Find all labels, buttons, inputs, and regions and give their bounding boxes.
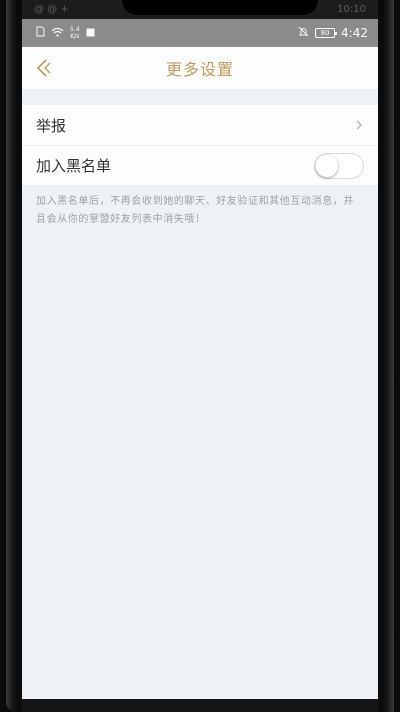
nav-bar: 更多设置 — [22, 47, 378, 89]
chevron-right-icon — [354, 118, 364, 132]
ghost-status-time: 10:10 — [337, 4, 366, 15]
screen: 5.4 K/s 80 4:42 更多设置 举报 加入黑名单 加入黑名单后，不再会… — [22, 19, 378, 699]
network-speed-unit: K/s — [70, 33, 80, 40]
blacklist-hint: 加入黑名单后，不再会收到她的聊天、好友验证和其他互动消息，并且会从你的掌盟好友列… — [36, 196, 354, 225]
settings-list: 举报 加入黑名单 — [22, 105, 378, 185]
phone-bottom-bezel — [22, 699, 378, 712]
network-speed: 5.4 K/s — [70, 26, 80, 40]
blacklist-label: 加入黑名单 — [36, 157, 112, 175]
page-title: 更多设置 — [165, 60, 234, 79]
sim-icon — [36, 26, 45, 40]
phone-edge-left — [6, 0, 16, 712]
status-time: 4:42 — [341, 26, 368, 40]
blacklist-toggle[interactable] — [314, 152, 364, 179]
ghost-status: @ @ + 10:10 — [22, 0, 378, 19]
toggle-knob — [316, 154, 338, 177]
network-speed-value: 5.4 — [70, 26, 80, 33]
status-bar: 5.4 K/s 80 4:42 — [22, 19, 378, 47]
blacklist-row: 加入黑名单 — [22, 145, 378, 185]
report-label: 举报 — [36, 116, 67, 135]
phone-frame: @ @ + 10:10 5.4 K/s 80 4:42 更多设置 举报 加入黑名… — [0, 0, 400, 712]
phone-edge-right — [384, 0, 394, 712]
battery-icon: 80 — [315, 28, 338, 38]
image-icon — [86, 27, 95, 40]
mute-bell-icon — [298, 26, 309, 40]
chevron-left-icon[interactable] — [32, 56, 56, 80]
wifi-icon — [51, 27, 64, 40]
report-row[interactable]: 举报 — [22, 105, 378, 145]
section-spacer — [22, 89, 378, 105]
ghost-status-left: @ @ + — [34, 4, 69, 15]
